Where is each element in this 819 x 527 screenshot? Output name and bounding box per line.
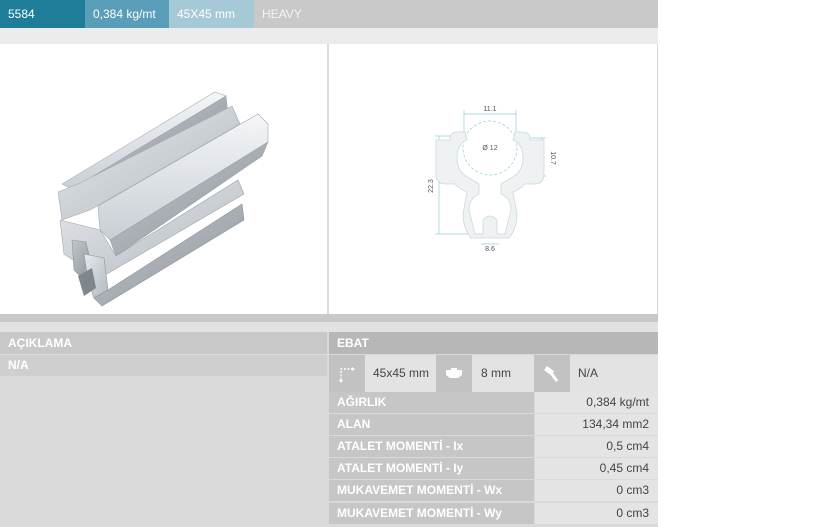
spec-value: 0,384 kg/mt [535,392,658,413]
slot-icon [436,355,472,392]
specs-heading: EBAT [329,332,658,354]
dim-height: 22.3 [428,179,435,193]
spec-label: AĞIRLIK [329,392,534,413]
header-divider [0,28,658,44]
dim-top-width: 11.1 [483,106,496,113]
spec-label: ATALET MOMENTİ - Iy [329,458,534,479]
product-panel: 5584 0,384 kg/mt 45X45 mm HEAVY 11.1 Ø 1… [0,0,658,527]
spec-value: 0,5 cm4 [535,436,658,457]
technical-drawing[interactable]: 11.1 Ø 12 22.3 10.7 8.6 [329,44,657,314]
dim-diameter: Ø 12 [482,145,497,152]
product-3d-image[interactable] [0,44,327,314]
product-weight: 0,384 kg/mt [85,0,169,28]
product-size: 45X45 mm [169,0,254,28]
dim-bottom-width: 8.6 [485,246,495,253]
slot-value: 8 mm [481,366,511,380]
product-type: HEAVY [262,7,302,21]
spec-value: 134,34 mm2 [535,414,658,435]
spec-value: 0 cm3 [535,480,658,501]
spec-row-weight: AĞIRLIK 0,384 kg/mt [329,392,658,413]
profile-cross-section: 11.1 Ø 12 22.3 10.7 8.6 [428,106,556,253]
spec-label: MUKAVEMET MOMENTİ - Wy [329,503,534,524]
spec-row-modulus-wx: MUKAVEMET MOMENTİ - Wx 0 cm3 [329,480,658,501]
spec-row-inertia-ix: ATALET MOMENTİ - Ix 0,5 cm4 [329,436,658,457]
description-value: N/A [0,355,327,376]
section-divider [0,314,658,322]
product-code: 5584 [0,0,85,28]
section-spacer [0,322,658,332]
dimension-icon-row: 45x45 mm 8 mm N/A [329,355,658,392]
spec-row-area: ALAN 134,34 mm2 [329,414,658,435]
spec-label: MUKAVEMET MOMENTİ - Wx [329,480,534,501]
product-header-bar: 5584 0,384 kg/mt 45X45 mm HEAVY [0,0,658,28]
spec-label: ATALET MOMENTİ - Ix [329,436,534,457]
spec-row-modulus-wy: MUKAVEMET MOMENTİ - Wy 0 cm3 [329,503,658,524]
bolt-value: N/A [578,366,599,380]
dim-side: 10.7 [549,151,556,165]
description-heading: AÇIKLAMA [0,332,327,354]
dimension-value: 45x45 mm [373,366,430,380]
spec-label: ALAN [329,414,534,435]
profile-render-graphic [57,91,269,307]
spec-value: 0,45 cm4 [535,458,658,479]
spec-value: 0 cm3 [535,503,658,524]
description-body [0,377,327,527]
dimension-icon [329,355,365,392]
bolt-icon [534,355,570,392]
spec-row-inertia-iy: ATALET MOMENTİ - Iy 0,45 cm4 [329,458,658,479]
